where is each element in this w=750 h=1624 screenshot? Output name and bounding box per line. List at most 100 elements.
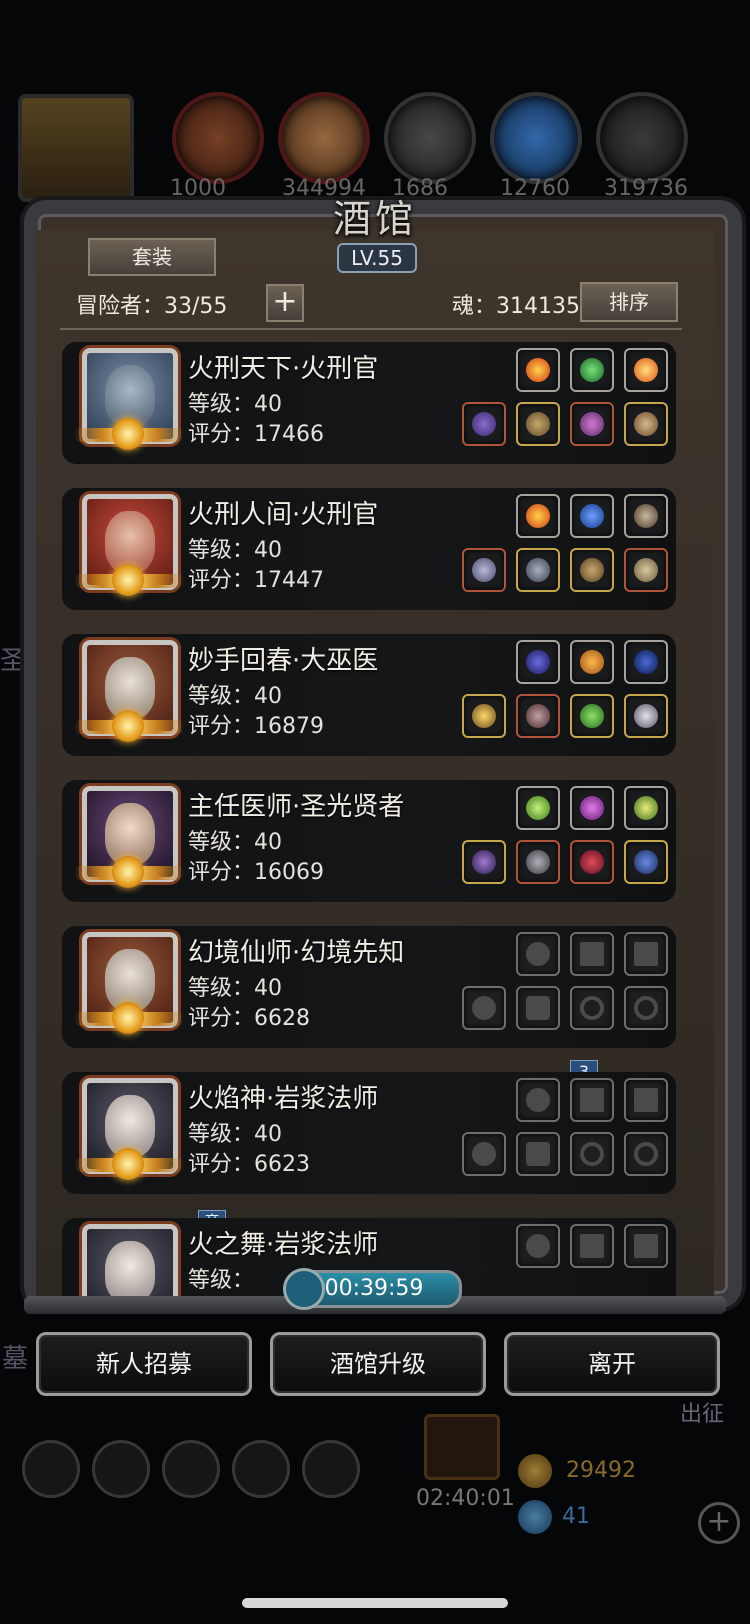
empty-weapon-slot-icon[interactable]	[462, 1132, 506, 1176]
hero-name: 妙手回春·大巫医	[188, 646, 379, 676]
empty-skill-slot-icon[interactable]	[570, 1224, 614, 1268]
crystal-resource-icon	[490, 92, 582, 184]
star-medal-icon	[112, 710, 144, 742]
star-medal-icon	[112, 1148, 144, 1180]
star-medal-icon	[112, 564, 144, 596]
set-button[interactable]: 套装	[88, 238, 216, 276]
hero-level: 等级：	[188, 1268, 255, 1293]
armor-icon[interactable]	[516, 548, 560, 592]
gem-icon	[518, 1500, 552, 1534]
hero-level: 等级：40	[188, 538, 282, 563]
hero-level: 等级：40	[188, 830, 282, 855]
skill-arrow-icon[interactable]	[624, 640, 668, 684]
skill-gem-icon[interactable]	[570, 786, 614, 830]
soul-count: 魂：314135	[452, 294, 580, 319]
empty-skill-slot-icon[interactable]	[624, 1078, 668, 1122]
hero-name: 火焰神·岩浆法师	[188, 1084, 379, 1114]
hero-card[interactable]: 妙手回春·大巫医 等级：40 评分：16879	[62, 634, 676, 756]
adventurer-count: 冒险者：33/55	[76, 294, 228, 319]
skill-feather-icon[interactable]	[570, 494, 614, 538]
gold-count: 29492	[566, 1458, 636, 1483]
tavern-level-badge: LV.55	[337, 243, 417, 273]
hero-card[interactable]: 火焰神·岩浆法师 等级：40 评分：6623	[62, 1072, 676, 1194]
add-adventurer-button[interactable]: +	[266, 284, 304, 322]
hero-level: 等级：40	[188, 684, 282, 709]
skill-orb-icon[interactable]	[516, 640, 560, 684]
settings-icon[interactable]	[22, 1440, 80, 1498]
leave-button[interactable]: 离开	[504, 1332, 720, 1396]
hero-name: 幻境仙师·幻境先知	[188, 938, 405, 968]
empty-skill-slot-icon[interactable]	[570, 932, 614, 976]
skill-leaf-icon[interactable]	[516, 786, 560, 830]
gift-timer: 02:40:01	[416, 1486, 515, 1511]
divider	[60, 328, 682, 330]
skill-claw-icon[interactable]	[624, 494, 668, 538]
armor-icon[interactable]	[516, 840, 560, 884]
weapon-wand-icon[interactable]	[462, 694, 506, 738]
empty-skill-slot-icon[interactable]	[516, 1078, 560, 1122]
gem-count: 41	[562, 1504, 590, 1529]
rank-icon[interactable]	[302, 1440, 360, 1498]
hero-card[interactable]: 火刑天下·火刑官 等级：40 评分：17466	[62, 342, 676, 464]
hero-score: 评分：6628	[188, 1006, 310, 1031]
hero-score: 评分：16879	[188, 714, 324, 739]
guild-icon[interactable]	[162, 1440, 220, 1498]
hero-score: 评分：17466	[188, 422, 324, 447]
hero-portrait-bg[interactable]	[18, 94, 134, 202]
ring-icon[interactable]	[624, 694, 668, 738]
add-icon[interactable]: +	[698, 1502, 740, 1544]
empty-skill-slot-icon[interactable]	[516, 932, 560, 976]
side-label: 墓	[2, 1344, 29, 1374]
empty-skill-slot-icon[interactable]	[570, 1078, 614, 1122]
achievement-icon[interactable]	[92, 1440, 150, 1498]
star-medal-icon	[112, 856, 144, 888]
empty-armor-slot-icon[interactable]	[516, 986, 560, 1030]
recruit-button[interactable]: 新人招募	[36, 1332, 252, 1396]
skill-lamp-icon[interactable]	[624, 786, 668, 830]
empty-skill-slot-icon[interactable]	[624, 932, 668, 976]
home-indicator[interactable]	[242, 1598, 508, 1608]
potion-icon[interactable]	[516, 694, 560, 738]
potion-icon[interactable]	[570, 840, 614, 884]
lumber-resource-icon	[278, 92, 370, 184]
hero-card[interactable]: 火刑人间·火刑官 等级：40 评分：17447	[62, 488, 676, 610]
helmet-icon[interactable]	[570, 402, 614, 446]
gift-icon[interactable]	[424, 1414, 500, 1480]
hero-level: 等级：40	[188, 1122, 282, 1147]
empty-weapon-slot-icon[interactable]	[462, 986, 506, 1030]
weapon-staff-icon[interactable]	[462, 840, 506, 884]
charm-icon[interactable]	[570, 694, 614, 738]
sort-button[interactable]: 排序	[580, 282, 678, 322]
skill-orb-icon[interactable]	[624, 348, 668, 392]
clock-icon	[283, 1268, 325, 1310]
hero-score: 评分：6623	[188, 1152, 310, 1177]
empty-ring-slot-icon[interactable]	[570, 1132, 614, 1176]
mail-icon[interactable]	[232, 1440, 290, 1498]
hero-card[interactable]: 主任医师·圣光贤者 等级：40 评分：16069	[62, 780, 676, 902]
skill-fire-icon[interactable]	[516, 348, 560, 392]
empty-ring-slot-icon[interactable]	[570, 986, 614, 1030]
ring-icon[interactable]	[570, 548, 614, 592]
skill-fire-icon[interactable]	[516, 494, 560, 538]
hero-score: 评分：16069	[188, 860, 324, 885]
upgrade-tavern-button[interactable]: 酒馆升级	[270, 1332, 486, 1396]
hero-name: 火刑天下·火刑官	[188, 354, 379, 384]
tavern-title: 酒馆	[332, 197, 417, 241]
weapon-axe-icon[interactable]	[462, 548, 506, 592]
empty-skill-slot-icon[interactable]	[516, 1224, 560, 1268]
weapon-staff-icon[interactable]	[462, 402, 506, 446]
accessory-icon[interactable]	[624, 402, 668, 446]
amulet-icon[interactable]	[624, 840, 668, 884]
skill-lantern-icon[interactable]	[570, 640, 614, 684]
empty-ring-slot-icon[interactable]	[624, 1132, 668, 1176]
empty-ring-slot-icon[interactable]	[624, 986, 668, 1030]
hero-name: 主任医师·圣光贤者	[188, 792, 405, 822]
skill-serpent-icon[interactable]	[570, 348, 614, 392]
empty-skill-slot-icon[interactable]	[624, 1224, 668, 1268]
helmet-icon[interactable]	[624, 548, 668, 592]
hero-card[interactable]: 幻境仙师·幻境先知 等级：40 评分：6628	[62, 926, 676, 1048]
star-medal-icon	[112, 1002, 144, 1034]
empty-armor-slot-icon[interactable]	[516, 1132, 560, 1176]
wood-resource-icon	[172, 92, 264, 184]
armor-icon[interactable]	[516, 402, 560, 446]
